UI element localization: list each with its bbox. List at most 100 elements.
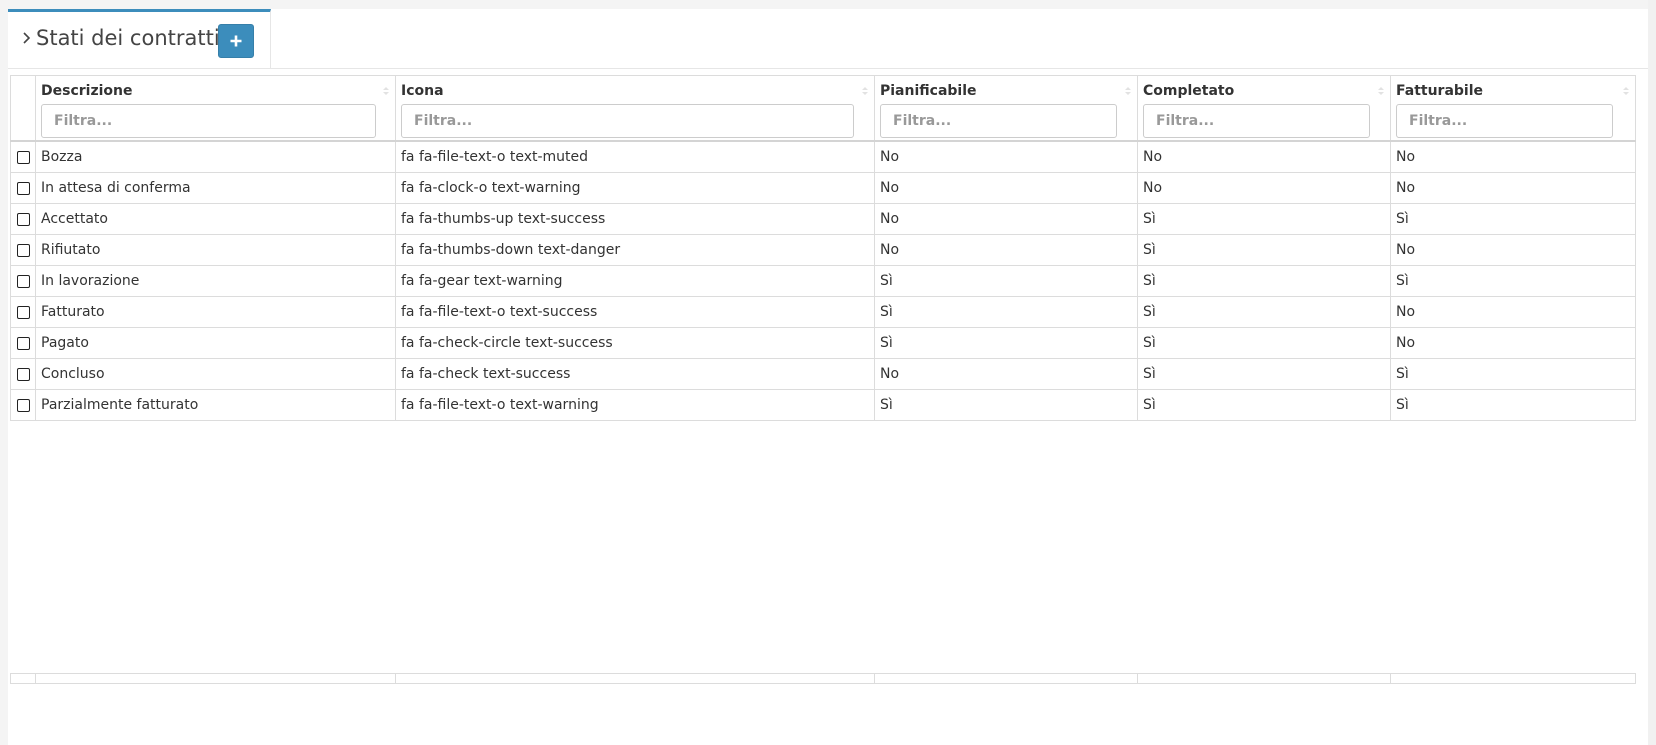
cell-icona: fa fa-check-circle text-success — [395, 327, 875, 359]
cell-fatturabile: Sì — [1390, 265, 1636, 297]
row-checkbox[interactable] — [16, 212, 30, 226]
cell-icona: fa fa-file-text-o text-success — [395, 296, 875, 328]
cell-icona: fa fa-gear text-warning — [395, 265, 875, 297]
row-select-cell — [10, 389, 36, 421]
table-row[interactable]: Fatturato fa fa-file-text-o text-success S… — [10, 296, 1636, 328]
cell-icona: fa fa-clock-o text-warning — [395, 172, 875, 204]
sort-icon[interactable] — [1124, 86, 1132, 96]
sort-icon[interactable] — [1377, 86, 1385, 96]
cell-pianificabile: No — [874, 358, 1138, 390]
row-select-cell — [10, 327, 36, 359]
cell-completato: Sì — [1137, 327, 1391, 359]
table-row[interactable]: Concluso fa fa-check text-success No Sì Sì — [10, 358, 1636, 390]
select-column-header — [10, 75, 36, 142]
plus-icon — [230, 35, 242, 47]
cell-completato: No — [1137, 172, 1391, 204]
cell-completato: Sì — [1137, 389, 1391, 421]
cell-icona: fa fa-file-text-o text-warning — [395, 389, 875, 421]
row-checkbox[interactable] — [16, 181, 30, 195]
row-select-cell — [10, 172, 36, 204]
cell-completato: No — [1137, 140, 1391, 173]
cell-fatturabile: Sì — [1390, 358, 1636, 390]
cell-completato: Sì — [1137, 358, 1391, 390]
cell-completato: Sì — [1137, 265, 1391, 297]
cell-pianificabile: No — [874, 172, 1138, 204]
cell-fatturabile: No — [1390, 296, 1636, 328]
row-checkbox[interactable] — [16, 274, 30, 288]
cell-fatturabile: Sì — [1390, 203, 1636, 235]
filter-input-icona[interactable] — [401, 104, 854, 138]
header-row: Descrizione Icona Pianificabile Completa… — [10, 75, 1636, 142]
page-title: Stati dei contratti — [36, 26, 220, 50]
cell-completato: Sì — [1137, 203, 1391, 235]
row-checkbox[interactable] — [16, 336, 30, 350]
sort-icon[interactable] — [382, 86, 390, 96]
cell-pianificabile: No — [874, 140, 1138, 173]
cell-fatturabile: No — [1390, 327, 1636, 359]
cell-icona: fa fa-thumbs-up text-success — [395, 203, 875, 235]
column-label: Descrizione — [41, 83, 133, 99]
column-header-pianificabile[interactable]: Pianificabile — [874, 75, 1138, 142]
table-row[interactable]: Accettato fa fa-thumbs-up text-success No S… — [10, 203, 1636, 235]
cell-descrizione: In attesa di conferma — [35, 172, 396, 204]
table-row[interactable]: In attesa di conferma fa fa-clock-o text-… — [10, 172, 1636, 204]
sort-icon[interactable] — [1622, 86, 1630, 96]
tab-bar: Stati dei contratti — [8, 9, 1656, 69]
sort-icon[interactable] — [861, 86, 869, 96]
cell-fatturabile: No — [1390, 172, 1636, 204]
cell-descrizione: Rifiutato — [35, 234, 396, 266]
chevron-right-icon[interactable] — [20, 28, 34, 48]
row-select-cell — [10, 203, 36, 235]
cell-fatturabile: No — [1390, 140, 1636, 173]
filter-input-fatturabile[interactable] — [1396, 104, 1613, 138]
row-select-cell — [10, 140, 36, 173]
cell-pianificabile: Sì — [874, 265, 1138, 297]
row-checkbox[interactable] — [16, 243, 30, 257]
row-select-cell — [10, 234, 36, 266]
cell-descrizione: Bozza — [35, 140, 396, 173]
row-checkbox[interactable] — [16, 398, 30, 412]
filter-input-completato[interactable] — [1143, 104, 1370, 138]
cell-descrizione: Accettato — [35, 203, 396, 235]
column-label: Fatturabile — [1396, 83, 1484, 99]
row-checkbox[interactable] — [16, 367, 30, 381]
cell-pianificabile: Sì — [874, 389, 1138, 421]
column-header-descrizione[interactable]: Descrizione — [35, 75, 396, 142]
column-header-icona[interactable]: Icona — [395, 75, 875, 142]
cell-fatturabile: Sì — [1390, 389, 1636, 421]
table-row[interactable]: Pagato fa fa-check-circle text-success Sì S… — [10, 327, 1636, 359]
column-header-fatturabile[interactable]: Fatturabile — [1390, 75, 1636, 142]
column-label: Pianificabile — [880, 83, 977, 99]
cell-pianificabile: Sì — [874, 296, 1138, 328]
table-row[interactable]: Bozza fa fa-file-text-o text-muted No No No — [10, 140, 1636, 173]
cell-pianificabile: No — [874, 203, 1138, 235]
column-label: Completato — [1143, 83, 1235, 99]
cell-icona: fa fa-file-text-o text-muted — [395, 140, 875, 173]
column-header-completato[interactable]: Completato — [1137, 75, 1391, 142]
column-label: Icona — [401, 83, 444, 99]
filter-input-descrizione[interactable] — [41, 104, 376, 138]
cell-pianificabile: No — [874, 234, 1138, 266]
table-footer — [10, 673, 1636, 684]
row-checkbox[interactable] — [16, 150, 30, 164]
row-select-cell — [10, 265, 36, 297]
page-scrollbar[interactable] — [1648, 0, 1656, 745]
cell-completato: Sì — [1137, 234, 1391, 266]
cell-descrizione: Parzialmente fatturato — [35, 389, 396, 421]
row-select-cell — [10, 296, 36, 328]
cell-fatturabile: No — [1390, 234, 1636, 266]
table-row[interactable]: In lavorazione fa fa-gear text-warning Sì S… — [10, 265, 1636, 297]
table-row[interactable]: Parzialmente fatturato fa fa-file-text-o … — [10, 389, 1636, 421]
add-button[interactable] — [218, 24, 254, 58]
filter-input-pianificabile[interactable] — [880, 104, 1117, 138]
tab-stati-contratti[interactable]: Stati dei contratti — [8, 9, 271, 68]
row-select-cell — [10, 358, 36, 390]
cell-icona: fa fa-check text-success — [395, 358, 875, 390]
cell-descrizione: Concluso — [35, 358, 396, 390]
row-checkbox[interactable] — [16, 305, 30, 319]
cell-descrizione: In lavorazione — [35, 265, 396, 297]
table-row[interactable]: Rifiutato fa fa-thumbs-down text-danger No… — [10, 234, 1636, 266]
data-table: Descrizione Icona Pianificabile Completa… — [10, 75, 1636, 421]
cell-icona: fa fa-thumbs-down text-danger — [395, 234, 875, 266]
cell-pianificabile: Sì — [874, 327, 1138, 359]
